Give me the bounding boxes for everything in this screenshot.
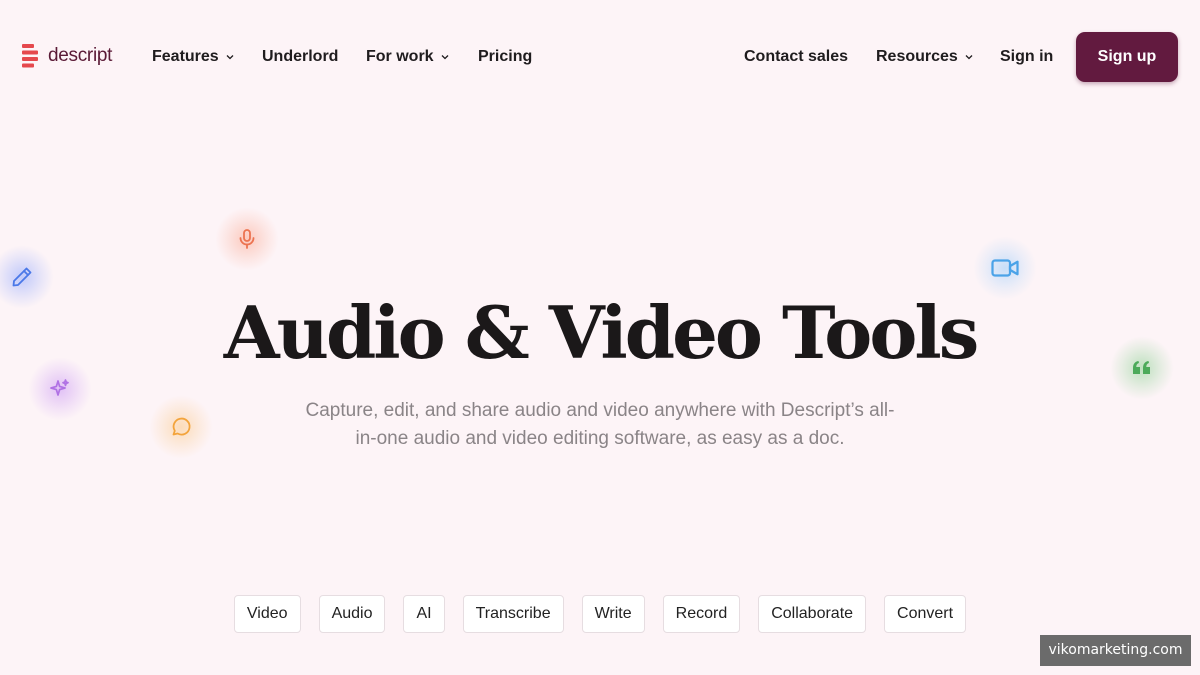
nav-underlord[interactable]: Underlord — [262, 46, 338, 68]
nav-features-label: Features — [152, 48, 219, 65]
nav-contact-sales-label: Contact sales — [744, 48, 849, 65]
chevron-down-icon — [965, 55, 973, 60]
hero-subtitle: Capture, edit, and share audio and video… — [305, 400, 895, 449]
sign-up-button[interactable]: Sign up — [1076, 32, 1178, 82]
watermark: vikomarketing.com — [1040, 635, 1191, 666]
logo-text: descript — [48, 45, 113, 66]
tag-collaborate[interactable]: Collaborate — [758, 595, 867, 633]
nav-pricing-label: Pricing — [478, 48, 533, 65]
descript-logo-icon — [22, 44, 38, 68]
tag-video[interactable]: Video — [233, 595, 301, 633]
chevron-down-icon — [226, 55, 234, 60]
tag-ai[interactable]: AI — [403, 595, 445, 633]
nav-pricing[interactable]: Pricing — [478, 46, 532, 68]
nav-for-work-label: For work — [366, 48, 434, 65]
tag-record[interactable]: Record — [662, 595, 741, 633]
chevron-down-icon — [441, 55, 449, 60]
nav-resources[interactable]: Resources — [876, 46, 974, 68]
nav-features[interactable]: Features — [152, 46, 235, 68]
hero-title: Audio & Video Tools — [223, 290, 980, 375]
nav-contact-sales[interactable]: Contact sales — [744, 46, 848, 68]
microphone-icon — [215, 207, 279, 271]
tag-convert[interactable]: Convert — [884, 595, 967, 633]
tag-transcribe[interactable]: Transcribe — [462, 595, 564, 633]
nav-resources-label: Resources — [876, 48, 958, 65]
tag-write[interactable]: Write — [581, 595, 645, 633]
descript-logo[interactable]: descript — [22, 44, 112, 68]
top-navigation: descript Features Underlord For work Pri… — [0, 0, 1200, 115]
nav-sign-in[interactable]: Sign in — [1000, 46, 1053, 68]
tool-category-tags: Video Audio AI Transcribe Write Record C… — [0, 595, 1200, 633]
nav-sign-in-label: Sign in — [1000, 48, 1054, 65]
tag-audio[interactable]: Audio — [318, 595, 386, 633]
nav-for-work[interactable]: For work — [366, 46, 450, 68]
nav-underlord-label: Underlord — [262, 48, 339, 65]
chat-bubble-icon — [149, 395, 213, 459]
